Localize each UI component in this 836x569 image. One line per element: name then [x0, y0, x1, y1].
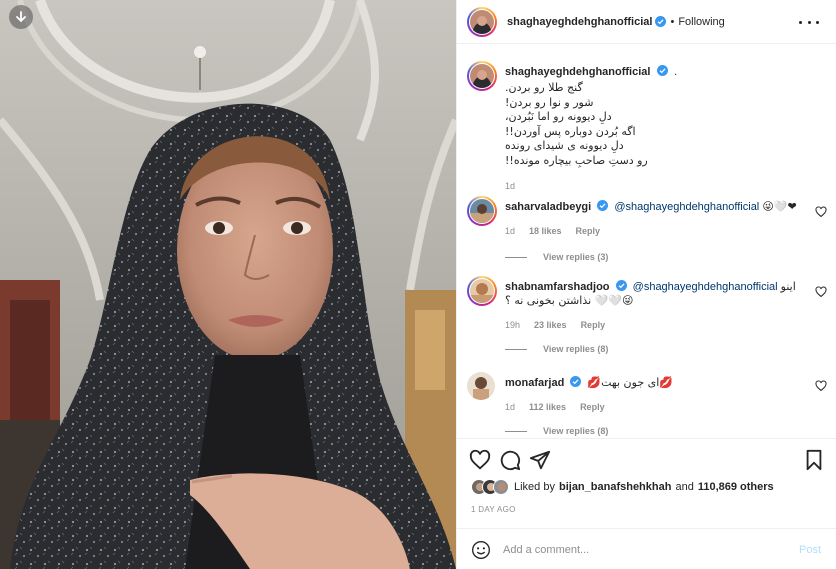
comment-item: shabnamfarshadjoo @shaghayeghdehghanoffi…	[467, 276, 827, 356]
view-replies-button[interactable]: View replies (3)	[505, 252, 608, 262]
arrow-down-icon	[16, 11, 26, 23]
commenter-avatar[interactable]	[467, 372, 495, 400]
caption-author-avatar[interactable]	[467, 61, 497, 91]
smiley-icon[interactable]	[471, 540, 491, 560]
commenter-username[interactable]: saharvaladbeygi	[505, 201, 591, 213]
liker-avatars	[471, 479, 509, 495]
add-comment-bar: Post	[457, 528, 836, 569]
heart-icon[interactable]	[815, 206, 827, 218]
comment-input[interactable]	[503, 543, 783, 556]
caption-line: دلِ دیوونه ی شیدای رونده	[505, 139, 624, 152]
author-avatar[interactable]	[467, 6, 497, 37]
caption-line: شور و نوا رو بردن!	[505, 95, 594, 109]
liker-username[interactable]: bijan_banafshehkhah	[559, 481, 671, 493]
post-comment-button[interactable]: Post	[799, 544, 821, 556]
comment-icon[interactable]	[499, 449, 521, 471]
comment-mention[interactable]: @shaghayeghdehghanofficial	[633, 281, 778, 293]
separator-dot: •	[670, 15, 675, 28]
caption-line: دلِ دیوونه رو اما نَبُردن،	[505, 110, 612, 123]
heart-icon[interactable]	[469, 449, 491, 471]
commenter-username[interactable]: shabnamfarshadjoo	[505, 281, 610, 293]
caption-line: رو دستِ صاحبِ بیچاره مونده!!	[505, 153, 648, 167]
commenter-username[interactable]: monafarjad	[505, 377, 564, 389]
caption-username[interactable]: shaghayeghdehghanofficial	[505, 66, 650, 78]
comment-mention[interactable]: @shaghayeghdehghanofficial	[614, 201, 759, 213]
likes-count[interactable]: 110,869 others	[698, 481, 774, 493]
comment-age[interactable]: 1d	[505, 224, 515, 238]
caption-age[interactable]: 1d	[505, 181, 805, 191]
more-options-button[interactable]	[799, 14, 819, 30]
comment-text: 😜🤍❤	[762, 201, 797, 213]
view-replies-button[interactable]: View replies (8)	[505, 426, 608, 436]
verified-badge-icon	[655, 16, 667, 27]
liked-by: Liked by bijan_banafshehkhah and 110,869…	[471, 479, 774, 495]
reply-button[interactable]: Reply	[581, 318, 606, 332]
comment-text: 💋ای جون بهت💋	[587, 376, 673, 389]
comment-item: saharvaladbeygi @shaghayeghdehghanoffici…	[467, 196, 827, 266]
author-username[interactable]: shaghayeghdehghanofficial	[507, 16, 652, 28]
post-media[interactable]	[0, 0, 456, 569]
comment-age[interactable]: 1d	[505, 400, 515, 414]
post-timestamp[interactable]: 1 DAY AGO	[471, 505, 516, 514]
commenter-avatar[interactable]	[467, 196, 497, 226]
post-actions: Liked by bijan_banafshehkhah and 110,869…	[457, 438, 836, 569]
comment-text-line: نذاشتن بخونی نه ؟ 🤍🤍😜	[505, 294, 634, 307]
post-header: shaghayeghdehghanofficial • Following	[457, 0, 836, 44]
reply-button[interactable]: Reply	[576, 224, 601, 238]
heart-icon[interactable]	[815, 286, 827, 298]
view-replies-button[interactable]: View replies (8)	[505, 344, 608, 354]
comments-scroll-area[interactable]: shaghayeghdehghanofficial . گنج طلا رو ب…	[457, 45, 836, 438]
liked-by-prefix: Liked by	[514, 481, 555, 493]
post-details-panel: shaghayeghdehghanofficial • Following sh…	[456, 0, 836, 569]
comment-text: اینو	[780, 280, 796, 293]
comment-item: monafarjad 💋ای جون بهت💋 1d 112 likes Rep…	[467, 372, 827, 438]
caption-line: اگه بُردن دوباره پس آوردن!!	[505, 124, 636, 138]
view-replies-label: View replies (3)	[543, 252, 609, 262]
download-button[interactable]	[9, 5, 33, 29]
verified-badge-icon	[615, 280, 627, 291]
liked-by-and: and	[675, 481, 694, 493]
verified-badge-icon	[597, 200, 609, 211]
caption-text: گنج طلا رو بردن. شور و نوا رو بردن! دلِ …	[505, 81, 805, 168]
view-replies-label: View replies (8)	[543, 344, 609, 354]
caption-line: گنج طلا رو بردن.	[505, 81, 583, 94]
post-photo	[0, 0, 456, 569]
bookmark-icon[interactable]	[803, 449, 825, 471]
send-icon[interactable]	[529, 449, 551, 471]
commenter-avatar[interactable]	[467, 276, 497, 306]
heart-icon[interactable]	[815, 380, 827, 392]
comment-likes[interactable]: 18 likes	[529, 224, 562, 238]
comment-age[interactable]: 19h	[505, 318, 520, 332]
view-replies-label: View replies (8)	[543, 426, 609, 436]
following-button[interactable]: Following	[678, 16, 724, 28]
verified-badge-icon	[656, 65, 668, 76]
comment-likes[interactable]: 23 likes	[534, 318, 567, 332]
verified-badge-icon	[570, 376, 582, 387]
more-horizontal-icon	[799, 20, 802, 24]
caption-suffix: .	[674, 66, 678, 78]
comment-likes[interactable]: 112 likes	[529, 400, 566, 414]
reply-button[interactable]: Reply	[580, 400, 605, 414]
